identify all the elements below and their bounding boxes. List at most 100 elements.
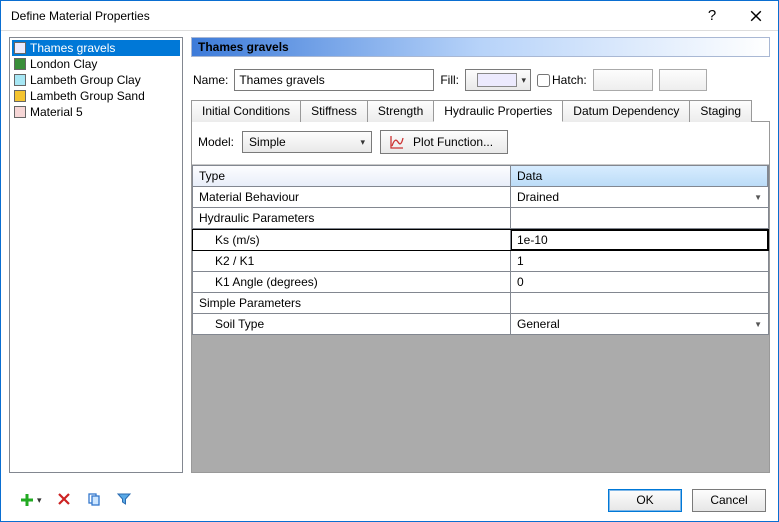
material-swatch [14,74,26,86]
grid-cell-label: K1 Angle (degrees) [193,272,511,292]
grid-header-data[interactable]: Data [511,166,768,186]
delete-material-button[interactable] [56,491,72,510]
model-row: Model: Simple ▾ Plot Function... [192,122,769,165]
material-list-panel: Thames gravels London Clay Lambeth Group C… [9,37,183,473]
help-icon: ? [708,7,716,24]
fill-color-combo[interactable]: ▾ [465,69,531,91]
material-item-label: Lambeth Group Clay [30,73,141,87]
tab-strength[interactable]: Strength [367,100,434,122]
name-input[interactable] [234,69,434,91]
grid-cell-value[interactable] [511,208,768,228]
tab-datum-dependency[interactable]: Datum Dependency [562,100,690,122]
grid-value-text: Drained [517,190,559,204]
grid-cell-value[interactable]: 1e-10 [511,230,768,250]
plot-button-label: Plot Function... [413,135,493,149]
dialog-window: Define Material Properties ? Thames grav… [0,0,779,522]
model-value: Simple [249,135,286,149]
tab-staging[interactable]: Staging [689,100,752,122]
plot-function-button[interactable]: Plot Function... [380,130,508,154]
grid-header-row: Type Data [192,165,769,187]
grid-cell-value[interactable]: Drained ▼ [511,187,768,207]
close-button[interactable] [734,1,778,31]
grid-cell-label: K2 / K1 [193,251,511,271]
add-material-button[interactable]: ▾ [19,492,42,508]
property-grid: Type Data Material Behaviour Drained ▼ Hydr… [192,165,769,335]
grid-value-text: 0 [517,275,524,289]
plus-icon [19,492,35,508]
tab-initial-conditions[interactable]: Initial Conditions [191,100,301,122]
hatch-checkbox-wrap[interactable]: Hatch: [537,73,587,87]
grid-row[interactable]: Material Behaviour Drained ▼ [192,187,769,208]
tab-hydraulic-properties[interactable]: Hydraulic Properties [433,100,563,122]
grid-row[interactable]: Simple Parameters [192,293,769,314]
ok-button[interactable]: OK [608,489,682,512]
material-header-title: Thames gravels [198,40,289,54]
titlebar: Define Material Properties ? [1,1,778,31]
main-panel: Thames gravels Name: Fill: ▾ Hatch: Init… [191,37,770,473]
material-swatch [14,58,26,70]
grid-row[interactable]: Soil Type General ▼ [192,314,769,335]
dialog-body: Thames gravels London Clay Lambeth Group C… [1,31,778,479]
close-icon [750,10,762,22]
model-label: Model: [198,135,234,149]
grid-cell-value[interactable]: General ▼ [511,314,768,334]
copy-material-button[interactable] [86,491,102,510]
footer: ▾ OK Cancel [1,479,778,521]
model-combo[interactable]: Simple ▾ [242,131,372,153]
name-row: Name: Fill: ▾ Hatch: [193,69,768,91]
grid-cell-value[interactable]: 1 [511,251,768,271]
material-item[interactable]: Thames gravels [12,40,180,56]
material-item-label: Thames gravels [30,41,115,55]
help-button[interactable]: ? [690,1,734,31]
grid-empty-area [192,335,769,472]
cancel-button[interactable]: Cancel [692,489,766,512]
delete-icon [56,491,72,507]
grid-cell-value[interactable]: 0 [511,272,768,292]
grid-cell-label: Soil Type [193,314,511,334]
material-item-label: London Clay [30,57,97,71]
window-title: Define Material Properties [11,9,690,23]
material-item[interactable]: London Clay [12,56,180,72]
grid-row[interactable]: Hydraulic Parameters [192,208,769,229]
fill-swatch [477,73,517,87]
plot-icon [389,134,405,150]
material-item[interactable]: Material 5 [12,104,180,120]
grid-row[interactable]: Ks (m/s) 1e-10 [192,229,769,251]
grid-cell-label: Material Behaviour [193,187,511,207]
hatch-color-combo[interactable] [659,69,707,91]
material-header: Thames gravels [191,37,770,57]
material-swatch [14,90,26,102]
cancel-label: Cancel [710,493,747,507]
tab-stiffness[interactable]: Stiffness [300,100,368,122]
hatch-checkbox[interactable] [537,74,550,87]
tab-body: Model: Simple ▾ Plot Function... [191,122,770,473]
copy-icon [86,491,102,507]
ok-label: OK [636,493,653,507]
chevron-down-icon: ▾ [521,75,526,86]
filter-button[interactable] [116,491,132,510]
material-item[interactable]: Lambeth Group Sand [12,88,180,104]
grid-row[interactable]: K1 Angle (degrees) 0 [192,272,769,293]
grid-cell-label: Hydraulic Parameters [193,208,511,228]
hatch-pattern-combo[interactable] [593,69,653,91]
grid-row[interactable]: K2 / K1 1 [192,251,769,272]
grid-value-text: General [517,317,560,331]
grid-cell-value[interactable] [511,293,768,313]
material-item-label: Material 5 [30,105,83,119]
grid-cell-label: Simple Parameters [193,293,511,313]
name-label: Name: [193,73,228,87]
grid-header-type[interactable]: Type [193,166,511,186]
grid-cell-label: Ks (m/s) [193,230,511,250]
tab-strip: Initial ConditionsStiffnessStrengthHydra… [191,99,770,122]
funnel-icon [116,491,132,507]
material-list[interactable]: Thames gravels London Clay Lambeth Group C… [10,38,182,472]
material-item[interactable]: Lambeth Group Clay [12,72,180,88]
material-item-label: Lambeth Group Sand [30,89,145,103]
fill-label: Fill: [440,73,459,87]
grid-value-text: 1e-10 [517,233,548,247]
chevron-down-icon: ▾ [37,495,42,506]
chevron-down-icon: ▼ [754,193,762,202]
chevron-down-icon: ▾ [361,137,366,148]
chevron-down-icon: ▼ [754,320,762,329]
grid-value-text: 1 [517,254,524,268]
